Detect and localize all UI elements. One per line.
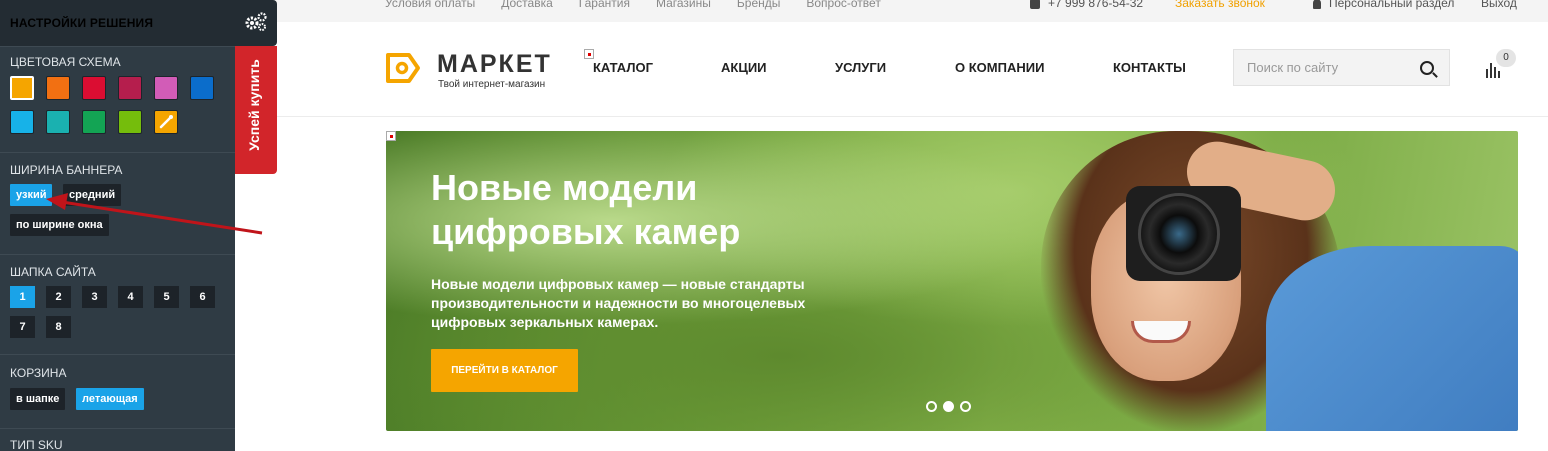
banner-photo-shirt xyxy=(1266,246,1518,431)
nav-about[interactable]: О КОМПАНИИ xyxy=(955,60,1044,75)
header-option-7[interactable]: 7 xyxy=(10,316,35,338)
top-link-delivery[interactable]: Доставка xyxy=(501,0,553,10)
color-swatch-lime[interactable] xyxy=(118,110,142,134)
nav-contacts[interactable]: КОНТАКТЫ xyxy=(1113,60,1186,75)
phone-number: +7 999 876-54-32 xyxy=(1048,0,1144,10)
custom-color-button[interactable] xyxy=(154,110,178,134)
promo-tab[interactable]: Успей купить xyxy=(235,46,277,174)
banner-pager xyxy=(926,401,971,412)
top-link-payment[interactable]: Условия оплаты xyxy=(385,0,475,10)
edit-marker-icon xyxy=(386,131,396,141)
phone-icon xyxy=(1030,0,1040,9)
basket-in-header[interactable]: в шапке xyxy=(10,388,66,410)
settings-panel-title: НАСТРОЙКИ РЕШЕНИЯ xyxy=(10,16,154,30)
banner-width-full[interactable]: по ширине окна xyxy=(10,214,109,236)
top-links: Условия оплаты Доставка Гарантия Магазин… xyxy=(385,0,907,10)
page: Условия оплаты Доставка Гарантия Магазин… xyxy=(0,0,1548,451)
pager-dot[interactable] xyxy=(960,401,971,412)
banner-width-section: ШИРИНА БАННЕРА узкий средний по ширине о… xyxy=(0,152,235,254)
top-link-warranty[interactable]: Гарантия xyxy=(579,0,630,10)
camera-lens-image xyxy=(1138,193,1220,275)
logo-title[interactable]: МАРКЕТ xyxy=(437,50,552,79)
banner-text: Новые модели цифровых камер — новые стан… xyxy=(431,276,806,330)
header-option-5[interactable]: 5 xyxy=(154,286,179,308)
search-box xyxy=(1233,49,1450,86)
header-option-3[interactable]: 3 xyxy=(82,286,107,308)
personal-link[interactable]: Персональный раздел xyxy=(1313,0,1454,10)
color-scheme-title: ЦВЕТОВАЯ СХЕМА xyxy=(10,55,121,69)
eyedropper-icon xyxy=(159,115,173,129)
edit-marker-icon xyxy=(584,49,594,59)
color-swatch-blue[interactable] xyxy=(190,76,214,100)
go-to-catalog-button[interactable]: ПЕРЕЙТИ В КАТАЛОГ xyxy=(431,349,578,392)
callback-link[interactable]: Заказать звонок xyxy=(1175,0,1265,10)
header-option-8[interactable]: 8 xyxy=(46,316,71,338)
top-link-faq[interactable]: Вопрос-ответ xyxy=(806,0,880,10)
color-swatch-teal[interactable] xyxy=(46,110,70,134)
color-swatch-red[interactable] xyxy=(82,76,106,100)
basket-section: КОРЗИНА в шапке летающая xyxy=(0,354,235,428)
logo-subtitle: Твой интернет-магазин xyxy=(438,79,546,90)
header-option-6[interactable]: 6 xyxy=(190,286,215,308)
banner-title: Новые модели цифровых камер xyxy=(431,167,741,252)
logo-icon[interactable] xyxy=(385,49,421,87)
color-swatch-crimson[interactable] xyxy=(118,76,142,100)
top-link-brands[interactable]: Бренды xyxy=(737,0,780,10)
sku-type-title: ТИП SKU xyxy=(10,438,63,451)
banner-width-narrow[interactable]: узкий xyxy=(10,184,53,206)
sku-type-section: ТИП SKU xyxy=(0,428,235,451)
color-swatch-green[interactable] xyxy=(82,110,106,134)
phone[interactable]: +7 999 876-54-32 xyxy=(1030,0,1143,10)
color-swatch-orange[interactable] xyxy=(10,76,34,100)
header-divider xyxy=(235,116,1548,117)
color-swatch-pink[interactable] xyxy=(154,76,178,100)
banner-width-medium[interactable]: средний xyxy=(63,184,122,206)
search-input[interactable] xyxy=(1234,50,1414,85)
pager-dot[interactable] xyxy=(926,401,937,412)
site-header-section: ШАПКА САЙТА 1 2 3 4 5 6 7 8 xyxy=(0,254,235,354)
pager-dot-active[interactable] xyxy=(943,401,954,412)
settings-panel-header: НАСТРОЙКИ РЕШЕНИЯ xyxy=(0,0,277,46)
logout-link[interactable]: Выход xyxy=(1481,0,1517,10)
hero-banner[interactable]: Новые модели цифровых камер Новые модели… xyxy=(386,131,1518,431)
person-icon xyxy=(1313,0,1321,9)
banner-width-title: ШИРИНА БАННЕРА xyxy=(10,163,123,177)
settings-panel: ЦВЕТОВАЯ СХЕМА ШИРИНА БАННЕРА узкий сред… xyxy=(0,0,235,451)
header-option-4[interactable]: 4 xyxy=(118,286,143,308)
compare-count-badge: 0 xyxy=(1496,49,1516,67)
top-link-shops[interactable]: Магазины xyxy=(656,0,711,10)
color-swatch-light-blue[interactable] xyxy=(10,110,34,134)
basket-floating[interactable]: летающая xyxy=(76,388,144,410)
promo-tab-label: Успей купить xyxy=(246,59,262,151)
nav-promotions[interactable]: АКЦИИ xyxy=(721,60,767,75)
nav-services[interactable]: УСЛУГИ xyxy=(835,60,886,75)
header-option-2[interactable]: 2 xyxy=(46,286,71,308)
nav-catalog[interactable]: КАТАЛОГ xyxy=(593,60,653,75)
color-swatch-dark-orange[interactable] xyxy=(46,76,70,100)
site-header-title: ШАПКА САЙТА xyxy=(10,265,96,279)
header-option-1[interactable]: 1 xyxy=(10,286,35,308)
search-icon[interactable] xyxy=(1420,61,1434,75)
personal-label: Персональный раздел xyxy=(1329,0,1455,10)
color-scheme-section: ЦВЕТОВАЯ СХЕМА xyxy=(0,46,235,152)
basket-title: КОРЗИНА xyxy=(10,366,67,380)
gears-icon[interactable] xyxy=(244,11,268,33)
